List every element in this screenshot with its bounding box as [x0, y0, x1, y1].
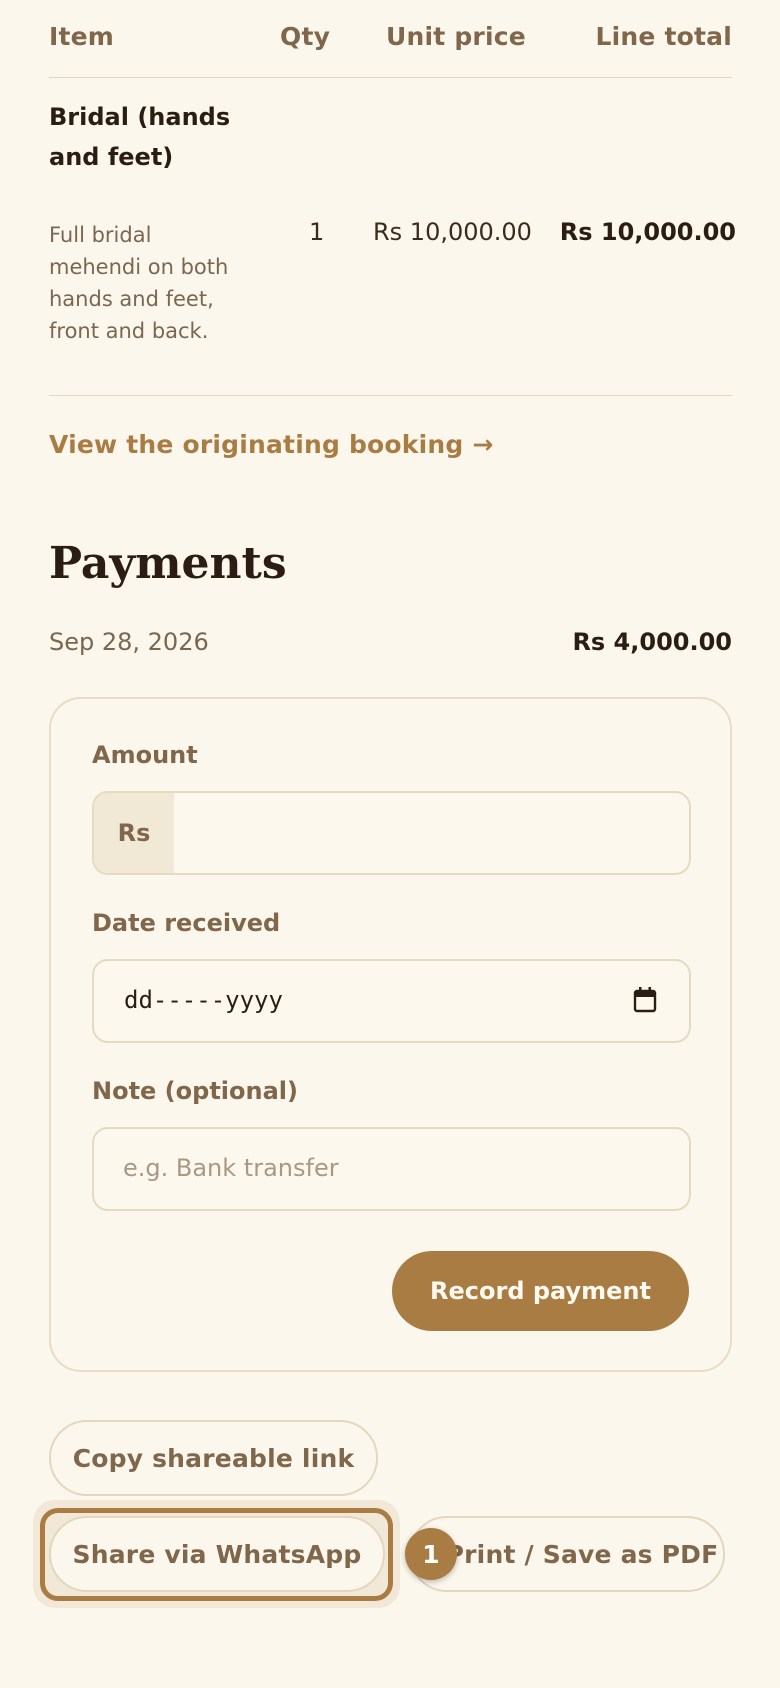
- header-line-total: Line total: [595, 22, 732, 51]
- note-field[interactable]: e.g. Bank transfer: [92, 1127, 691, 1211]
- amount-label: Amount: [92, 741, 198, 769]
- table-row: Bridal (hands and feet) Full bridal mehe…: [49, 78, 736, 396]
- payments-heading: Payments: [49, 538, 287, 589]
- view-booking-link[interactable]: View the originating booking →: [49, 430, 494, 459]
- currency-prefix: Rs: [94, 793, 174, 873]
- payment-amount: Rs 4,000.00: [572, 628, 732, 656]
- copy-shareable-link-button[interactable]: Copy shareable link: [49, 1420, 378, 1496]
- invoice-page: Item Qty Unit price Line total Bridal (h…: [0, 0, 780, 1688]
- date-received-field[interactable]: dd-----yyyy: [92, 959, 691, 1043]
- line-items-table: Item Qty Unit price Line total Bridal (h…: [49, 0, 736, 396]
- amount-field[interactable]: Rs: [92, 791, 691, 875]
- header-unit-price: Unit price: [386, 22, 526, 51]
- header-qty: Qty: [280, 22, 331, 51]
- date-value: dd-----yyyy: [124, 986, 283, 1014]
- header-item: Item: [49, 22, 115, 51]
- date-received-label: Date received: [92, 909, 281, 937]
- calendar-icon[interactable]: [633, 987, 657, 1013]
- item-name: Bridal (hands and feet): [49, 103, 231, 171]
- note-label: Note (optional): [92, 1077, 298, 1105]
- step-badge: 1: [405, 1528, 457, 1580]
- item-line-total: Rs 10,000.00: [559, 218, 736, 246]
- item-unit-price: Rs 10,000.00: [373, 218, 532, 246]
- payment-date: Sep 28, 2026: [49, 628, 209, 656]
- record-payment-form: Amount Rs Date received dd-----yyyy Note…: [49, 697, 732, 1372]
- focus-outline: [40, 1508, 393, 1601]
- note-placeholder: e.g. Bank transfer: [123, 1154, 339, 1182]
- record-payment-button[interactable]: Record payment: [392, 1251, 689, 1331]
- table-header: Item Qty Unit price Line total: [49, 0, 732, 78]
- item-qty: 1: [309, 218, 325, 246]
- item-description: Full bridal mehendi on both hands and fe…: [49, 223, 229, 343]
